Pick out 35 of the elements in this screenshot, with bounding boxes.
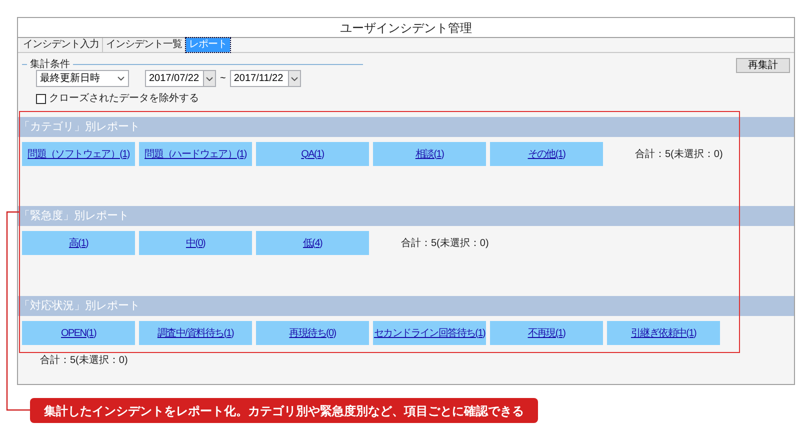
checkbox-label: クローズされたデータを除外する (49, 92, 199, 106)
report-link-button[interactable]: 不再現(1) (490, 321, 603, 345)
callout-note: 集計したインシデントをレポート化。カテゴリ別や緊急度別など、項目ごとに確認できる (30, 398, 538, 423)
tab[interactable]: インシデント入力 (20, 38, 103, 52)
total-count: 合計：5(未選択：0) (635, 148, 723, 162)
report-link-button[interactable]: 低(4) (256, 231, 369, 255)
report-link-button[interactable]: QA(1) (256, 142, 369, 166)
chevron-down-icon (288, 71, 300, 86)
report-link-button[interactable]: OPEN(1) (22, 321, 135, 345)
total-count: 合計：5(未選択：0) (40, 354, 128, 368)
window-title: ユーザインシデント管理 (18, 18, 794, 38)
range-separator: ~ (220, 72, 226, 86)
total-count: 合計：5(未選択：0) (401, 236, 489, 250)
report-link-button[interactable]: セカンドライン回答待ち(1) (373, 321, 486, 345)
report-link-button[interactable]: 相談(1) (373, 142, 486, 166)
chevron-down-icon (117, 76, 125, 81)
report-link-button[interactable]: 問題（ソフトウェア）(1) (22, 142, 135, 166)
report-link-button[interactable]: 問題（ハードウェア）(1) (139, 142, 252, 166)
section-title: 「カテゴリ」別レポート (19, 120, 140, 135)
checkbox[interactable] (36, 94, 46, 104)
report-link-button[interactable]: その他(1) (490, 142, 603, 166)
report-link-button[interactable]: 調査中/資料待ち(1) (139, 321, 252, 345)
report-link-button[interactable]: 中(0) (139, 231, 252, 255)
chevron-down-icon (203, 71, 215, 86)
recalculate-button[interactable]: 再集計 (736, 58, 790, 73)
tab[interactable]: インシデント一覧 (103, 38, 186, 52)
report-link-button[interactable]: 高(1) (22, 231, 135, 255)
section-title: 「緊急度」別レポート (19, 208, 129, 224)
field-dropdown[interactable]: 最終更新日時 (36, 70, 129, 87)
date-picker[interactable]: 2017/07/22 (145, 70, 216, 87)
section-title: 「対応状況」別レポート (19, 298, 140, 314)
date-picker[interactable]: 2017/11/22 (230, 70, 301, 87)
group-label: 集計条件 (30, 58, 70, 72)
report-link-button[interactable]: 再現待ち(0) (256, 321, 369, 345)
report-link-button[interactable]: 引継ぎ依頼中(1) (607, 321, 720, 345)
